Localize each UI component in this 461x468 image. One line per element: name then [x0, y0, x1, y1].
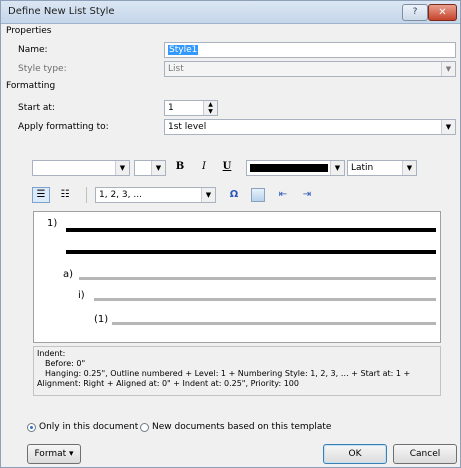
- style-type-dropdown: List ▼: [164, 61, 456, 77]
- title-bar: Define New List Style ? ✕: [1, 1, 460, 24]
- preview-level2-number: a): [63, 269, 74, 280]
- start-at-value: 1: [168, 103, 174, 113]
- start-at-label: Start at:: [18, 103, 55, 113]
- language-dropdown[interactable]: Latin ▼: [347, 160, 417, 176]
- list-preview: 1) a) i) (1): [33, 211, 441, 343]
- apply-formatting-dropdown[interactable]: 1st level ▼: [164, 119, 456, 135]
- preview-line: [66, 250, 436, 254]
- decrease-indent-icon[interactable]: ⇤: [275, 187, 291, 203]
- chevron-down-icon: ▼: [115, 161, 129, 175]
- preview-line: [112, 322, 436, 325]
- define-new-list-style-dialog: Define New List Style ? ✕ Properties Nam…: [0, 0, 461, 468]
- color-swatch: [250, 164, 328, 172]
- cancel-button[interactable]: Cancel: [393, 444, 457, 464]
- style-type-value: List: [168, 64, 184, 74]
- window-title: Define New List Style: [8, 6, 115, 17]
- spinner-icon[interactable]: ▲ ▼: [203, 101, 217, 115]
- only-in-document-radio[interactable]: [27, 423, 36, 432]
- name-field[interactable]: Style1: [164, 42, 456, 58]
- close-button[interactable]: ✕: [428, 4, 457, 21]
- underline-button[interactable]: U: [220, 159, 234, 175]
- description-line: Indent:: [37, 349, 66, 358]
- ok-button[interactable]: OK: [323, 444, 387, 464]
- style-description: Indent: Before: 0" Hanging: 0.25", Outli…: [33, 346, 441, 396]
- font-size-dropdown[interactable]: ▼: [134, 160, 166, 176]
- new-documents-label: New documents based on this template: [152, 422, 332, 432]
- new-documents-radio[interactable]: [140, 423, 149, 432]
- style-type-label: Style type:: [18, 64, 67, 74]
- apply-formatting-value: 1st level: [168, 122, 207, 132]
- font-dropdown[interactable]: ▼: [32, 160, 130, 176]
- formatting-section-label: Formatting: [6, 81, 56, 91]
- chevron-down-icon: ▼: [402, 161, 416, 175]
- picture-icon[interactable]: [251, 188, 265, 202]
- preview-line: [66, 228, 436, 232]
- only-in-document-label: Only in this document: [39, 422, 139, 432]
- properties-section-label: Properties: [6, 26, 52, 36]
- chevron-down-icon: ▼: [330, 161, 344, 175]
- chevron-down-icon: ▼: [201, 188, 215, 202]
- insert-symbol-button[interactable]: Ω: [226, 187, 242, 203]
- name-label: Name:: [18, 45, 48, 55]
- font-color-dropdown[interactable]: ▼: [246, 160, 345, 176]
- help-button[interactable]: ?: [402, 4, 428, 21]
- description-line: Before: 0": [45, 359, 86, 368]
- chevron-down-icon: ▼: [151, 161, 165, 175]
- bulleted-list-icon[interactable]: ☷: [56, 187, 74, 203]
- increase-indent-icon[interactable]: ⇥: [299, 187, 315, 203]
- start-at-field[interactable]: 1 ▲ ▼: [164, 100, 218, 116]
- numbered-list-icon[interactable]: ☰: [32, 187, 50, 203]
- preview-level1-number: 1): [47, 218, 58, 229]
- chevron-down-icon: ▼: [441, 120, 455, 134]
- language-value: Latin: [351, 163, 374, 173]
- preview-level4-number: (1): [94, 314, 109, 325]
- description-line: Hanging: 0.25", Outline numbered + Level…: [45, 369, 411, 378]
- preview-line: [94, 298, 436, 301]
- preview-level3-number: i): [78, 290, 85, 301]
- numbering-style-value: 1, 2, 3, ...: [99, 190, 142, 200]
- apply-formatting-label: Apply formatting to:: [18, 122, 109, 132]
- chevron-down-icon: ▼: [441, 62, 455, 76]
- description-line: Alignment: Right + Aligned at: 0" + Inde…: [37, 379, 299, 388]
- format-menu-button[interactable]: Format ▾: [27, 444, 81, 464]
- bold-button[interactable]: B: [173, 159, 187, 175]
- italic-button[interactable]: I: [197, 159, 211, 175]
- numbering-style-dropdown[interactable]: 1, 2, 3, ... ▼: [95, 187, 216, 203]
- toolbar-separator: [86, 187, 87, 203]
- preview-line: [79, 277, 436, 280]
- name-value: Style1: [168, 45, 199, 55]
